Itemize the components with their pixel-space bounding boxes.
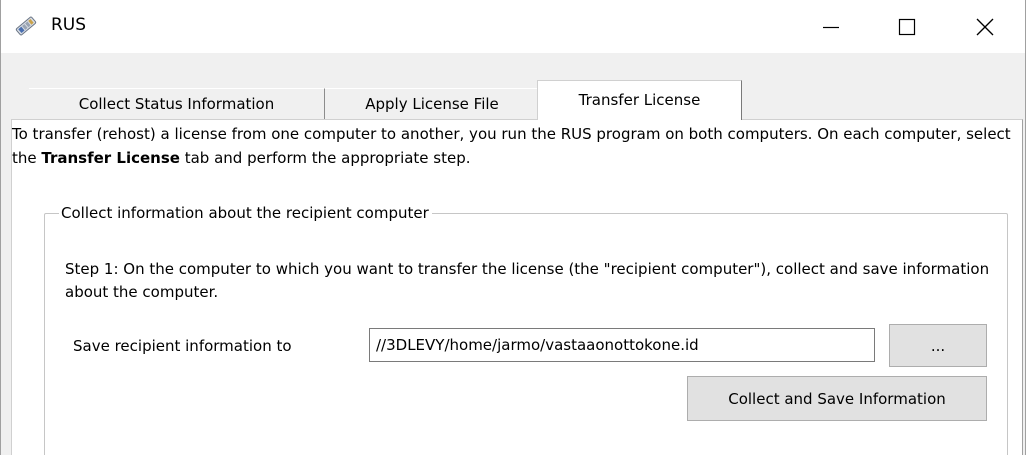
intro-text-bold: Transfer License [41,149,180,167]
collect-and-save-button[interactable]: Collect and Save Information [687,376,987,421]
title-bar[interactable]: RUS [1,0,1025,53]
intro-text-part2: tab and perform the appropriate step. [179,149,471,167]
minimize-icon [823,26,839,28]
save-recipient-label: Save recipient information to [73,337,292,355]
transfer-license-tab-page: To transfer (rehost) a license from one … [11,119,1023,455]
maximize-icon [898,18,916,35]
close-icon [976,18,994,35]
intro-text: To transfer (rehost) a license from one … [12,122,1022,170]
rus-window: RUS Collect Status Information Apply Lic… [0,0,1026,455]
tab-apply-license-file[interactable]: Apply License File [325,88,539,119]
recipient-path-input[interactable] [369,328,875,362]
tab-transfer-license[interactable]: Transfer License [537,80,742,120]
tab-collect-status-information[interactable]: Collect Status Information [29,88,325,119]
recipient-info-group: Collect information about the recipient … [44,203,1008,455]
group-title: Collect information about the recipient … [59,203,432,223]
browse-button[interactable]: ... [889,324,987,367]
close-button[interactable] [953,0,1017,53]
rus-app-icon [13,13,39,39]
maximize-button[interactable] [875,0,939,53]
step-1-text: Step 1: On the computer to which you wan… [65,260,990,301]
minimize-button[interactable] [799,0,863,53]
window-title: RUS [51,15,87,35]
